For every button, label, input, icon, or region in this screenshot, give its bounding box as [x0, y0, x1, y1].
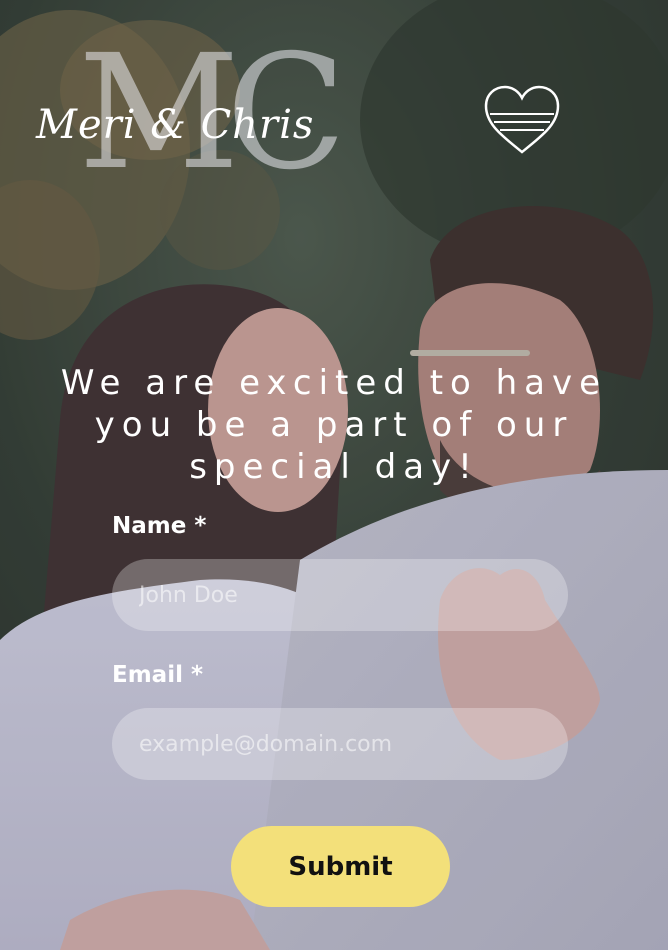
rsvp-form: Name * Email * — [112, 510, 568, 780]
name-input[interactable] — [112, 559, 568, 631]
submit-button[interactable]: Submit — [231, 826, 450, 907]
couple-logo: MC Meri & Chris — [32, 34, 362, 193]
logo-names: Meri & Chris — [36, 102, 315, 148]
heart-icon — [484, 85, 560, 154]
email-input[interactable] — [112, 708, 568, 780]
email-label: Email * — [112, 662, 204, 688]
page-headline: We are excited to have you be a part of … — [60, 363, 608, 487]
name-label: Name * — [112, 513, 207, 539]
